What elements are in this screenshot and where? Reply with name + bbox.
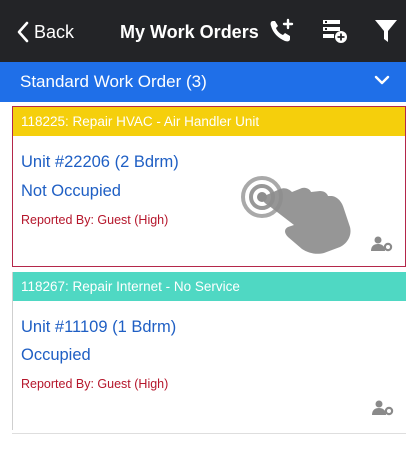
page-title: My Work Orders (120, 22, 259, 42)
reported-by: Reported By: Guest (High) (21, 377, 169, 391)
add-filter-list-icon (323, 20, 347, 43)
filter-button[interactable] (374, 18, 398, 44)
occupancy-status: Occupied (21, 346, 91, 364)
back-chevron-icon (17, 21, 29, 43)
assign-user-icon (372, 400, 394, 416)
back-label: Back (34, 21, 75, 42)
chevron-down-icon (374, 75, 390, 85)
back-button[interactable]: Back (16, 16, 74, 48)
unit-label: Unit #22206 (2 Bdrm) (21, 153, 179, 171)
work-order-card[interactable]: 118267: Repair Internet - No Service Uni… (12, 272, 406, 430)
add-call-button[interactable] (268, 18, 296, 44)
work-orders-screen: Back My Work Orders Standard Work Order … (0, 0, 406, 449)
work-order-banner: 118267: Repair Internet - No Service (13, 272, 406, 301)
add-filter-list-button[interactable] (322, 18, 348, 44)
assign-user-icon (371, 236, 393, 252)
filter-icon (375, 20, 397, 42)
add-call-icon (270, 18, 294, 42)
section-header-standard-work-order[interactable]: Standard Work Order (3) (0, 62, 406, 102)
top-navbar: Back My Work Orders (0, 0, 406, 62)
reported-by: Reported By: Guest (High) (21, 213, 169, 227)
assign-user-button[interactable] (372, 400, 394, 416)
unit-label: Unit #11109 (1 Bdrm) (21, 318, 177, 336)
work-order-card[interactable]: 118225: Repair HVAC - Air Handler Unit U… (12, 106, 406, 267)
section-title: Standard Work Order (3) (20, 72, 207, 91)
list-divider (12, 433, 406, 434)
occupancy-status: Not Occupied (21, 182, 121, 200)
assign-user-button[interactable] (371, 236, 393, 252)
work-order-banner: 118225: Repair HVAC - Air Handler Unit (13, 107, 405, 136)
